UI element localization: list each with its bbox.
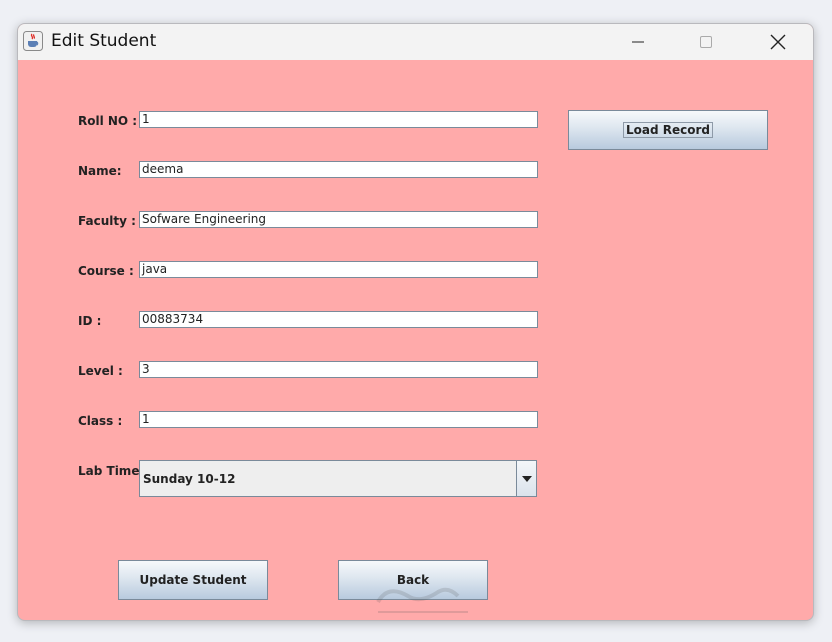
window-title: Edit Student: [51, 31, 157, 51]
title-bar[interactable]: Edit Student: [18, 24, 813, 60]
load-record-button[interactable]: Load Record: [568, 110, 768, 150]
course-input[interactable]: java: [139, 261, 538, 278]
faculty-input[interactable]: Sofware Engineering: [139, 211, 538, 228]
watermark-logo-icon: [358, 580, 488, 620]
lab-time-label: Lab Time:: [78, 464, 145, 478]
form-panel: Roll NO : 1 Name: deema Faculty : Sofwar…: [18, 60, 813, 620]
edit-student-window: Edit Student Roll NO : 1 Name: deema Fac…: [17, 23, 814, 621]
maximize-icon[interactable]: [683, 24, 729, 60]
lab-time-selected: Sunday 10-12: [143, 472, 236, 486]
close-icon[interactable]: [755, 24, 801, 60]
class-label: Class :: [78, 414, 123, 428]
class-input[interactable]: 1: [139, 411, 538, 428]
course-label: Course :: [78, 264, 134, 278]
chevron-down-icon[interactable]: [516, 461, 536, 496]
load-record-label: Load Record: [623, 122, 713, 138]
lab-time-dropdown[interactable]: Sunday 10-12: [139, 460, 537, 497]
id-input[interactable]: 00883734: [139, 311, 538, 328]
update-student-button[interactable]: Update Student: [118, 560, 268, 600]
level-label: Level :: [78, 364, 123, 378]
roll-no-label: Roll NO :: [78, 114, 138, 128]
update-student-label: Update Student: [139, 573, 247, 587]
name-input[interactable]: deema: [139, 161, 538, 178]
id-label: ID :: [78, 314, 102, 328]
level-input[interactable]: 3: [139, 361, 538, 378]
name-label: Name:: [78, 164, 122, 178]
faculty-label: Faculty :: [78, 214, 136, 228]
java-coffee-icon: [23, 31, 43, 51]
minimize-icon[interactable]: [615, 24, 661, 60]
roll-no-input[interactable]: 1: [139, 111, 538, 128]
